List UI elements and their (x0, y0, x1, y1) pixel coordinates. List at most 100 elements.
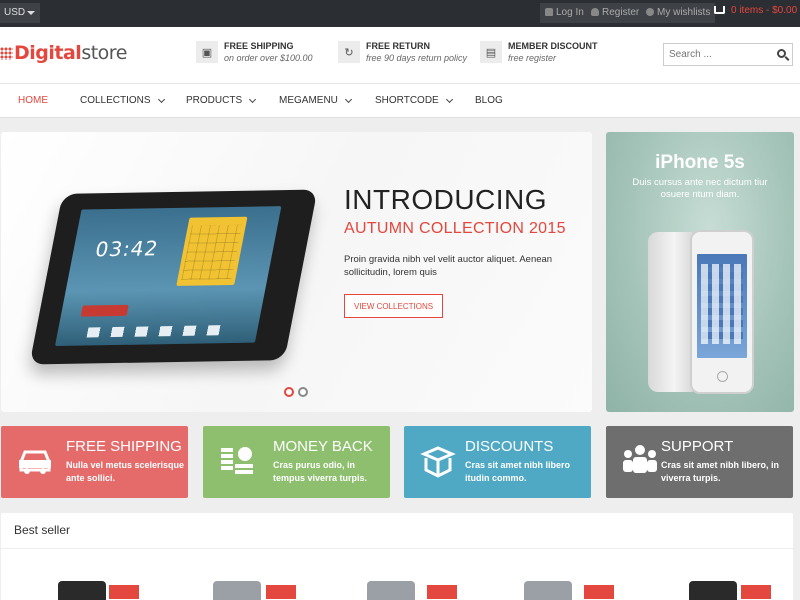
tile-title: DISCOUNTS (465, 438, 554, 455)
tile-text: Nulla vel metus scelerisque ante sollici… (66, 460, 185, 483)
sale-badge (741, 585, 771, 599)
promo-text: Duis cursus ante nec dictum tiur osuere … (632, 177, 768, 200)
feature-title: FREE SHIPPING (224, 41, 294, 51)
logo-dots-icon (0, 46, 13, 60)
sale-badge (584, 585, 614, 599)
cart-link[interactable]: 0 items - $0.00 (714, 5, 797, 16)
coins-icon (221, 447, 253, 474)
tile-text: Cras sit amet nibh libero, in viverra tu… (661, 460, 780, 483)
chevron-down-icon (249, 95, 257, 103)
feature-free-shipping: ▣ FREE SHIPPING on order over $100.00 (196, 41, 313, 64)
hero-subtitle: AUTUMN COLLECTION 2015 (344, 220, 566, 237)
slider-dot-1[interactable] (284, 387, 294, 397)
currency-value: USD (4, 7, 26, 18)
people-icon (623, 445, 657, 473)
nav-item-collections[interactable]: COLLECTIONS (80, 95, 165, 106)
nav-label: SHORTCODE (375, 95, 439, 106)
feature-subtitle: free register (508, 53, 557, 63)
login-link[interactable]: Log In (540, 3, 589, 23)
search-icon[interactable] (777, 49, 786, 58)
sale-badge (109, 585, 139, 599)
tile-text: Cras sit amet nibh libero itudin commo. (465, 460, 571, 483)
heart-icon (646, 8, 654, 16)
product-thumbnail[interactable] (367, 581, 415, 600)
slider-dot-2[interactable] (298, 387, 308, 397)
nav-item-blog[interactable]: BLOG (475, 95, 503, 106)
product-thumbnail[interactable] (58, 581, 106, 600)
hero-title: INTRODUCING (344, 184, 548, 215)
product-thumbnail[interactable] (689, 581, 737, 600)
tablet-dock (86, 325, 229, 338)
truck-icon: ▣ (196, 41, 218, 63)
box-icon (420, 446, 456, 478)
feature-subtitle: on order over $100.00 (224, 53, 313, 63)
home-button-icon (717, 371, 728, 382)
login-label: Log In (556, 7, 584, 18)
wishlist-link[interactable]: My wishlists (641, 3, 716, 23)
cart-summary: 0 items - $0.00 (731, 5, 798, 16)
currency-select[interactable]: USD (0, 3, 40, 23)
divider (1, 548, 793, 549)
logo[interactable]: Digital store (0, 42, 127, 64)
hero-description: Proin gravida nibh vel velit auctor aliq… (344, 254, 553, 278)
feature-title: FREE RETURN (366, 41, 431, 51)
chevron-down-icon (445, 95, 453, 103)
nav-label: BLOG (475, 95, 503, 106)
tablet-app-button (80, 304, 129, 317)
refresh-icon: ↻ (338, 41, 360, 63)
register-label: Register (602, 7, 640, 18)
register-link[interactable]: Register (586, 3, 645, 23)
user-icon (591, 8, 599, 16)
iphone-promo[interactable]: iPhone 5s Duis cursus ante nec dictum ti… (606, 132, 794, 412)
logo-store: store (81, 42, 127, 64)
nav-label: COLLECTIONS (80, 95, 151, 106)
chevron-down-icon (344, 95, 352, 103)
logo-digital: Digital (14, 42, 82, 64)
nav-label: MEGAMENU (279, 95, 338, 106)
calendar-widget (176, 216, 248, 286)
nav-item-shortcode[interactable]: SHORTCODE (375, 95, 453, 106)
tile-free-shipping[interactable]: FREE SHIPPING Nulla vel metus scelerisqu… (1, 426, 188, 498)
main-nav: HOME COLLECTIONS PRODUCTS MEGAMENU SHORT… (0, 83, 800, 118)
best-seller-section: Best seller (1, 513, 793, 600)
tile-money-back[interactable]: MONEY BACK Cras purus odio, in tempus vi… (203, 426, 390, 498)
caret-down-icon (27, 11, 35, 15)
lock-icon (545, 8, 553, 16)
chevron-down-icon (157, 95, 165, 103)
top-bar: USD Log In Register My wishlists 0 items… (0, 0, 800, 27)
nav-item-home[interactable]: HOME (18, 95, 48, 106)
car-icon (19, 450, 51, 474)
nav-item-megamenu[interactable]: MEGAMENU (279, 95, 352, 106)
iphone-front-image (690, 230, 754, 394)
tile-title: MONEY BACK (273, 438, 373, 455)
nav-label: PRODUCTS (186, 95, 243, 106)
iphone-screen (697, 254, 747, 358)
nav-item-products[interactable]: PRODUCTS (186, 95, 257, 106)
cart-icon (714, 6, 725, 14)
feature-free-return: ↻ FREE RETURN free 90 days return policy (338, 41, 467, 64)
product-thumbnail[interactable] (524, 581, 572, 600)
feature-member-discount: ▤ MEMBER DISCOUNT free register (480, 41, 598, 64)
nav-label: HOME (18, 95, 48, 106)
hero-slider: 03:42 INTRODUCING AUTUMN COLLECTION 2015… (1, 132, 592, 412)
search-input[interactable] (664, 44, 764, 65)
tile-title: SUPPORT (661, 438, 734, 455)
tile-text: Cras purus odio, in tempus viverra turpi… (273, 460, 368, 483)
sale-badge (427, 585, 457, 599)
sale-badge (266, 585, 296, 599)
tile-title: FREE SHIPPING (66, 438, 182, 455)
tile-discounts[interactable]: DISCOUNTS Cras sit amet nibh libero itud… (404, 426, 591, 498)
wishlist-label: My wishlists (657, 7, 711, 18)
feature-subtitle: free 90 days return policy (366, 53, 468, 63)
tablet-screen: 03:42 (54, 206, 282, 347)
product-thumbnail[interactable] (213, 581, 261, 600)
section-title: Best seller (14, 523, 71, 537)
site-header: Digital store ▣ FREE SHIPPING on order o… (0, 27, 800, 83)
tablet-image: 03:42 (29, 189, 318, 365)
view-collections-button[interactable]: VIEW COLLECTIONS (344, 294, 443, 318)
tile-support[interactable]: SUPPORT Cras sit amet nibh libero, in vi… (606, 426, 793, 498)
feature-title: MEMBER DISCOUNT (508, 41, 598, 51)
money-icon: ▤ (480, 41, 502, 63)
promo-title: iPhone 5s (655, 152, 745, 173)
tablet-clock: 03:42 (93, 236, 161, 262)
